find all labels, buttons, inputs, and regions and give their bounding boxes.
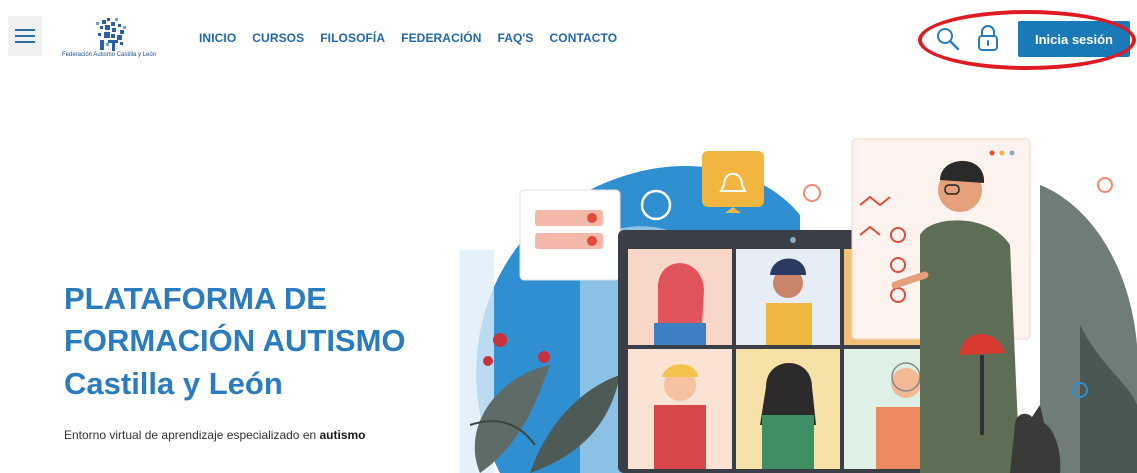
logo-caption: Federación Autismo Castilla y León — [62, 52, 157, 58]
nav-item-cursos[interactable]: CURSOS — [252, 31, 304, 45]
nav-item-inicio[interactable]: INICIO — [199, 31, 236, 45]
hero-illustration — [460, 138, 1137, 473]
nav-item-federacion[interactable]: FEDERACIÓN — [401, 31, 481, 45]
hero-title: PLATAFORMA DE FORMACIÓN AUTISMO — [64, 281, 406, 358]
lock-icon[interactable] — [975, 24, 1001, 52]
nav-item-faqs[interactable]: FAQ'S — [497, 31, 533, 45]
hero-description: Entorno virtual de aprendizaje especiali… — [64, 428, 366, 442]
nav-item-contacto[interactable]: CONTACTO — [550, 31, 618, 45]
nav-item-filosofia[interactable]: FILOSOFÍA — [320, 31, 385, 45]
login-button[interactable]: Inicia sesión — [1018, 21, 1130, 57]
search-icon[interactable] — [935, 26, 961, 52]
main-navigation: INICIO CURSOS FILOSOFÍA FEDERACIÓN FAQ'S… — [199, 31, 633, 45]
hamburger-menu-button[interactable] — [8, 16, 42, 56]
menu-icon-line — [15, 35, 35, 37]
hero-description-text: Entorno virtual de aprendizaje especiali… — [64, 428, 320, 442]
menu-icon-line — [15, 29, 35, 31]
hero-description-bold: autismo — [319, 428, 366, 442]
hero-subtitle: Castilla y León — [64, 366, 283, 401]
site-header: Federación Autismo Castilla y León INICI… — [0, 0, 1137, 80]
menu-icon-line — [15, 41, 35, 43]
